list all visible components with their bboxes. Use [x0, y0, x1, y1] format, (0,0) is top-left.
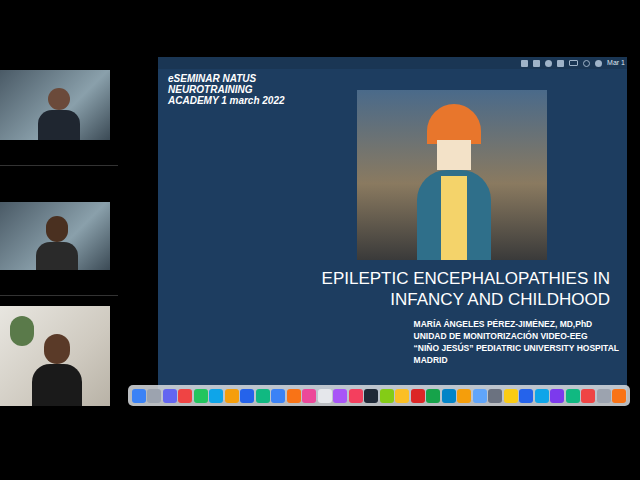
- app-icon[interactable]: [395, 389, 409, 403]
- participant-video[interactable]: [0, 306, 110, 406]
- app-icon[interactable]: [225, 389, 239, 403]
- participants-column: [0, 0, 118, 406]
- app-icon[interactable]: [209, 389, 223, 403]
- app-icon[interactable]: [473, 389, 487, 403]
- mac-dock: [128, 385, 630, 406]
- app-icon[interactable]: [504, 389, 518, 403]
- app-icon[interactable]: [612, 389, 626, 403]
- app-icon[interactable]: [550, 389, 564, 403]
- header-line: ACADEMY 1 march 2022: [168, 95, 357, 106]
- slide-photo: [357, 90, 547, 260]
- app-icon[interactable]: [566, 389, 580, 403]
- app-icon[interactable]: [318, 389, 332, 403]
- status-icon[interactable]: [557, 60, 564, 67]
- participant-video[interactable]: [0, 70, 110, 140]
- app-icon[interactable]: [426, 389, 440, 403]
- app-icon[interactable]: [271, 389, 285, 403]
- slide-authors: MARÍA ÁNGELES PÉREZ-JIMÉNEZ, MD,PhDUNIDA…: [158, 318, 627, 366]
- app-icon[interactable]: [519, 389, 533, 403]
- status-icon[interactable]: [521, 60, 528, 67]
- app-icon[interactable]: [147, 389, 161, 403]
- app-icon[interactable]: [287, 389, 301, 403]
- shared-slide: Mar 1 eSEMINAR NATUSNEUROTRAININGACADEMY…: [158, 57, 627, 400]
- app-icon[interactable]: [411, 389, 425, 403]
- app-icon[interactable]: [597, 389, 611, 403]
- battery-icon[interactable]: [569, 60, 578, 66]
- app-icon[interactable]: [302, 389, 316, 403]
- header-line: NEUROTRAINING: [168, 84, 357, 95]
- app-icon[interactable]: [442, 389, 456, 403]
- author-line: UNIDAD DE MONITORIZACIÓN VIDEO-EEG: [414, 330, 588, 342]
- app-icon[interactable]: [178, 389, 192, 403]
- menubar-clock[interactable]: Mar 1: [607, 57, 625, 69]
- author-line: MADRID: [414, 354, 448, 366]
- app-icon[interactable]: [194, 389, 208, 403]
- search-icon[interactable]: [595, 60, 602, 67]
- app-icon[interactable]: [364, 389, 378, 403]
- slide-title: EPILEPTIC ENCEPHALOPATHIES ININFANCY AND…: [158, 268, 627, 310]
- app-icon[interactable]: [457, 389, 471, 403]
- wifi-icon[interactable]: [583, 60, 590, 67]
- header-line: eSEMINAR NATUS: [168, 73, 357, 84]
- author-block: MARÍA ÁNGELES PÉREZ-JIMÉNEZ, MD,PhDUNIDA…: [414, 318, 619, 366]
- status-icon[interactable]: [533, 60, 540, 67]
- title-line: INFANCY AND CHILDHOOD: [390, 289, 610, 310]
- app-icon[interactable]: [240, 389, 254, 403]
- meeting-window: Mar 1 eSEMINAR NATUSNEUROTRAININGACADEMY…: [0, 0, 640, 480]
- app-icon[interactable]: [488, 389, 502, 403]
- status-icon[interactable]: [545, 60, 552, 67]
- app-icon[interactable]: [581, 389, 595, 403]
- app-icon[interactable]: [349, 389, 363, 403]
- app-icon[interactable]: [132, 389, 146, 403]
- author-line: “NIÑO JESÚS” PEDIATRIC UNIVERSITY HOSPIT…: [414, 342, 619, 354]
- participant-video[interactable]: [0, 202, 110, 270]
- app-icon[interactable]: [535, 389, 549, 403]
- app-icon[interactable]: [380, 389, 394, 403]
- title-line: EPILEPTIC ENCEPHALOPATHIES IN: [322, 268, 610, 289]
- app-icon[interactable]: [256, 389, 270, 403]
- app-icon[interactable]: [163, 389, 177, 403]
- mac-menubar: Mar 1: [158, 57, 627, 69]
- slide-header: eSEMINAR NATUSNEUROTRAININGACADEMY 1 mar…: [158, 69, 357, 260]
- author-line: MARÍA ÁNGELES PÉREZ-JIMÉNEZ, MD,PhD: [414, 318, 593, 330]
- app-icon[interactable]: [333, 389, 347, 403]
